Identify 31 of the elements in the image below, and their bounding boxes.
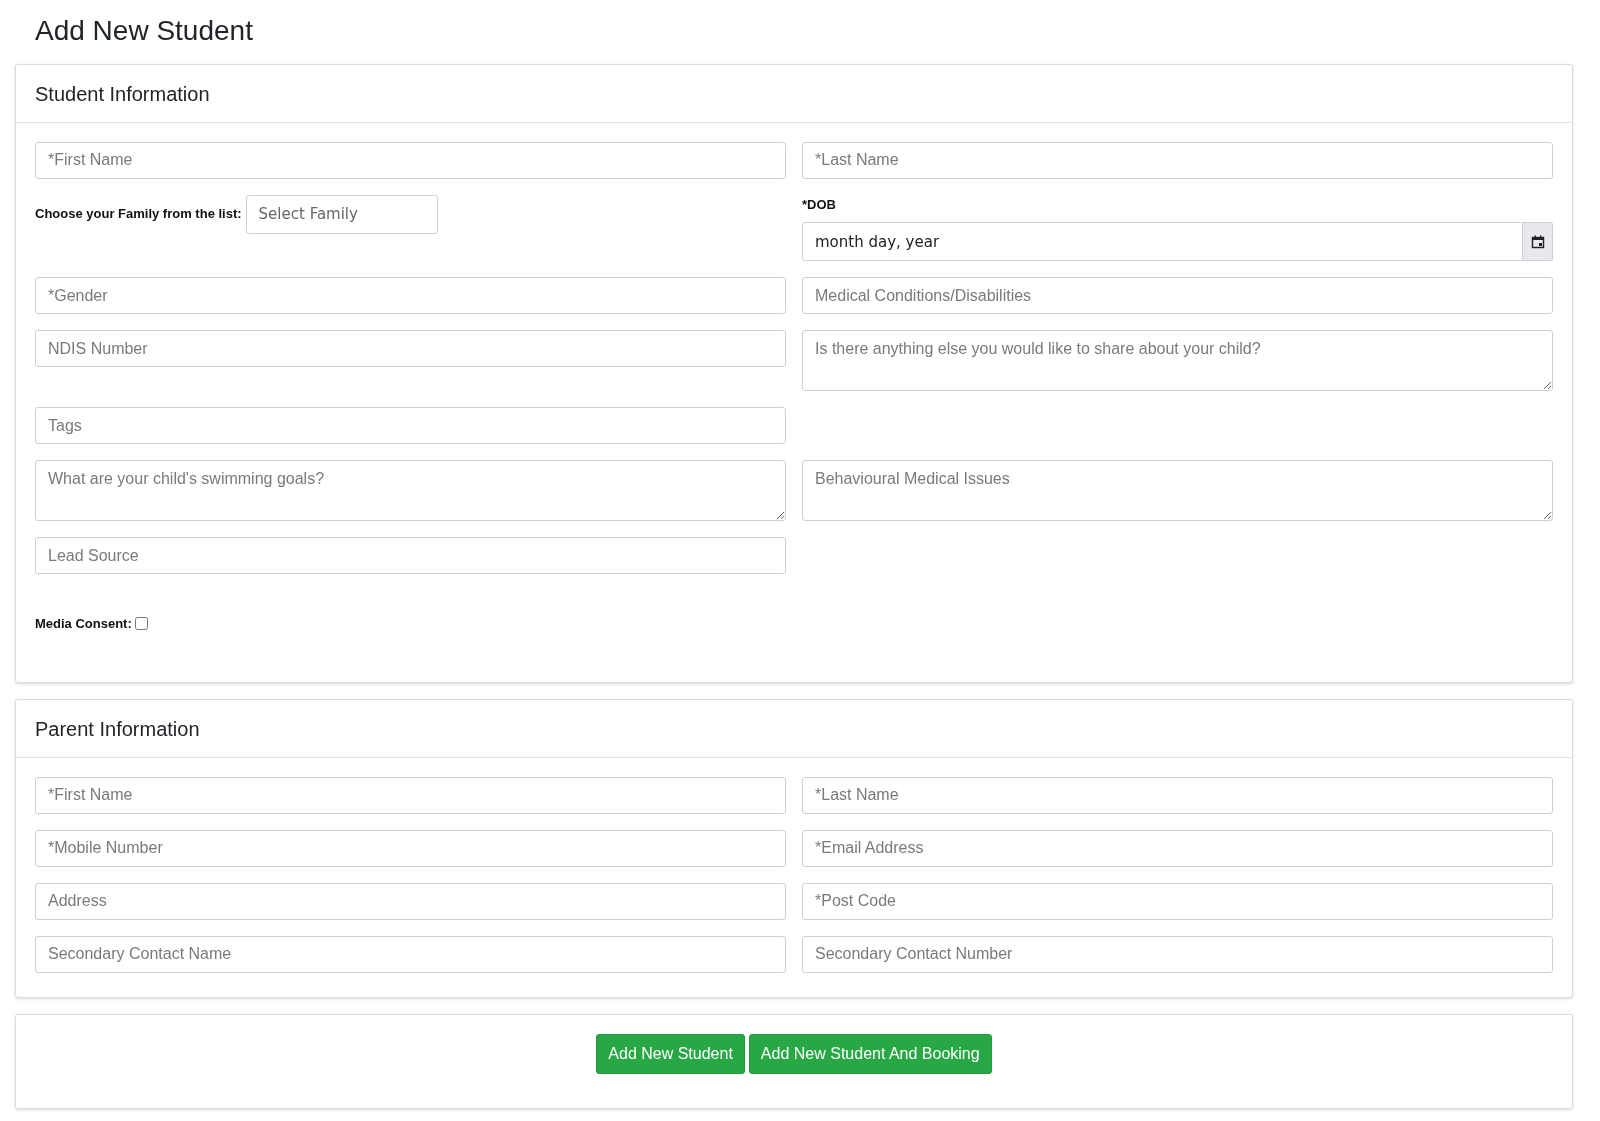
checkbox[interactable] bbox=[134, 617, 148, 631]
input-field[interactable]: *Email Address bbox=[802, 829, 1553, 867]
input-field[interactable]: Lead Source bbox=[35, 537, 786, 575]
input-field[interactable]: *Mobile Number bbox=[35, 829, 786, 867]
calendar-icon bbox=[1530, 234, 1545, 249]
calendar-button[interactable] bbox=[1523, 222, 1553, 262]
text-area[interactable]: What are your child's swimming goals? bbox=[35, 460, 786, 522]
text-area[interactable]: Behavioural Medical Issues bbox=[802, 460, 1553, 522]
input-field[interactable]: *Gender bbox=[35, 277, 786, 315]
submit-button[interactable]: Add New Student And Booking bbox=[748, 1033, 992, 1074]
input-field[interactable]: *Post Code bbox=[802, 882, 1553, 920]
family-select[interactable]: Select Family bbox=[245, 194, 438, 234]
input-field[interactable]: NDIS Number bbox=[35, 330, 786, 368]
field-label: Choose your Family from the list: bbox=[35, 205, 242, 224]
text-area[interactable]: Is there anything else you would like to share about your child? bbox=[802, 330, 1553, 392]
input-field[interactable]: *Last Name bbox=[802, 776, 1553, 814]
input-field[interactable]: Address bbox=[35, 882, 786, 920]
input-field[interactable]: *First Name bbox=[35, 776, 786, 814]
input-field[interactable]: Secondary Contact Number bbox=[802, 935, 1553, 973]
page-title: Add New Student bbox=[35, 14, 254, 48]
field-label: *DOB bbox=[802, 195, 837, 214]
input-field[interactable]: *First Name bbox=[35, 141, 786, 179]
submit-button[interactable]: Add New Student bbox=[596, 1033, 745, 1074]
input-field[interactable]: Medical Conditions/Disabilities bbox=[802, 277, 1553, 315]
field-label: Media Consent: bbox=[35, 615, 132, 634]
date-field[interactable]: month day, year bbox=[802, 222, 1523, 262]
section-title: Parent Information bbox=[16, 699, 1572, 758]
input-field[interactable]: *Last Name bbox=[802, 141, 1553, 179]
section-title: Student Information bbox=[16, 64, 1572, 123]
input-field[interactable]: Tags bbox=[35, 407, 786, 445]
input-field[interactable]: Secondary Contact Name bbox=[35, 935, 786, 973]
